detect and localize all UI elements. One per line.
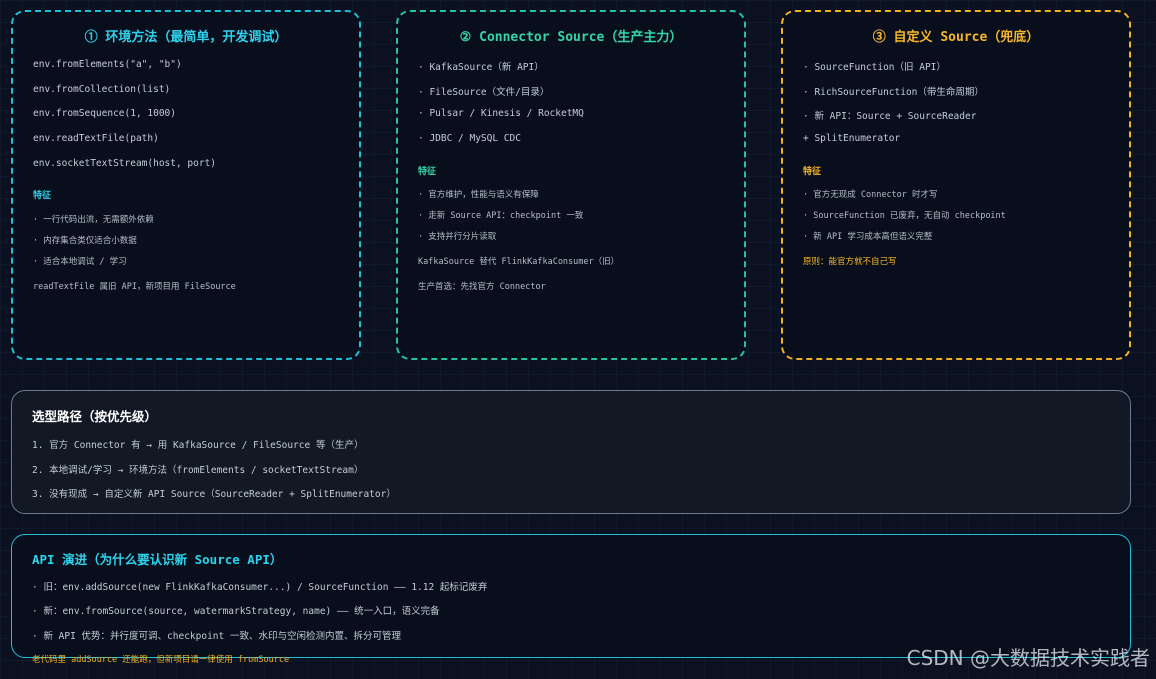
watermark: CSDN @大数据技术实践者: [906, 646, 1150, 670]
code-read-text-file: env.readTextFile(path): [33, 133, 159, 144]
feature-item: · 官方无现成 Connector 时才写: [803, 190, 938, 200]
card-env-methods: ① 环境方法（最简单，开发调试） env.fromElements("a", "…: [11, 10, 361, 360]
footnote: 老代码里 addSource 还能跑，但新项目请一律使用 fromSource: [32, 655, 290, 665]
feature-item: · SourceFunction 已废弃，无自动 checkpoint: [803, 211, 1006, 221]
card-note: 原则：能官方就不自己写: [803, 257, 897, 267]
feature-item: · 一行代码出流，无需额外依赖: [33, 215, 154, 225]
api-evolution-title: API 演进（为什么要认识新 Source API）: [32, 552, 283, 567]
api-evolution-panel: API 演进（为什么要认识新 Source API） · 旧：env.addSo…: [11, 534, 1131, 658]
path-step: 2. 本地调试/学习 → 环境方法（fromElements / socketT…: [32, 465, 364, 476]
feature-label: 特征: [33, 191, 52, 201]
card-note: KafkaSource 替代 FlinkKafkaConsumer（旧）: [418, 257, 620, 267]
feature-item: · 内存集合类仅适合小数据: [33, 236, 137, 246]
feature-item: · 走新 Source API：checkpoint 一致: [418, 211, 584, 221]
connector-jdbc: · JDBC / MySQL CDC: [418, 133, 521, 144]
custom-split-enumerator: + SplitEnumerator: [803, 133, 901, 144]
feature-label: 特征: [418, 167, 437, 177]
path-step: 1. 官方 Connector 有 → 用 KafkaSource / File…: [32, 440, 364, 451]
feature-item: · 支持并行分片读取: [418, 232, 497, 242]
card-connector-source: ② Connector Source（生产主力） · KafkaSource（新…: [396, 10, 746, 360]
code-socket-text-stream: env.socketTextStream(host, port): [33, 158, 217, 169]
selection-path-title: 选型路径（按优先级）: [32, 409, 158, 424]
feature-item: · 官方维护，性能与语义有保障: [418, 190, 539, 200]
api-item: · 新：env.fromSource(source, watermarkStra…: [32, 606, 440, 617]
custom-source-function: · SourceFunction（旧 API）: [803, 62, 946, 73]
api-item: · 旧：env.addSource(new FlinkKafkaConsumer…: [32, 582, 488, 593]
path-step: 3. 没有现成 → 自定义新 API Source（SourceReader +…: [32, 489, 396, 500]
custom-rich-source-function: · RichSourceFunction（带生命周期）: [803, 87, 984, 98]
card-custom-source: ③ 自定义 Source（兜底） · SourceFunction（旧 API）…: [781, 10, 1131, 360]
connector-mq: · Pulsar / Kinesis / RocketMQ: [418, 108, 584, 119]
connector-kafka: · KafkaSource（新 API）: [418, 62, 544, 73]
custom-new-api: · 新 API：Source + SourceReader: [803, 111, 977, 122]
card-connector-source-title: ② Connector Source（生产主力）: [459, 30, 683, 45]
feature-item: · 新 API 学习成本高但语义完整: [803, 232, 933, 242]
code-from-collection: env.fromCollection(list): [33, 84, 171, 95]
feature-item: · 适合本地调试 / 学习: [33, 257, 127, 267]
api-item: · 新 API 优势：并行度可调、checkpoint 一致、水印与空闲检测内置…: [32, 631, 401, 642]
card-note: readTextFile 属旧 API，新项目用 FileSource: [33, 282, 236, 292]
card-env-methods-title: ① 环境方法（最简单，开发调试）: [84, 30, 288, 45]
feature-label: 特征: [803, 167, 822, 177]
code-from-elements: env.fromElements("a", "b"): [33, 59, 182, 70]
card-note: 生产首选：先找官方 Connector: [418, 282, 546, 292]
code-from-sequence: env.fromSequence(1, 1000): [33, 108, 176, 119]
card-custom-source-title: ③ 自定义 Source（兜底）: [872, 30, 1040, 45]
selection-path-panel: 选型路径（按优先级） 1. 官方 Connector 有 → 用 KafkaSo…: [11, 390, 1131, 514]
connector-file: · FileSource（文件/目录）: [418, 87, 550, 98]
